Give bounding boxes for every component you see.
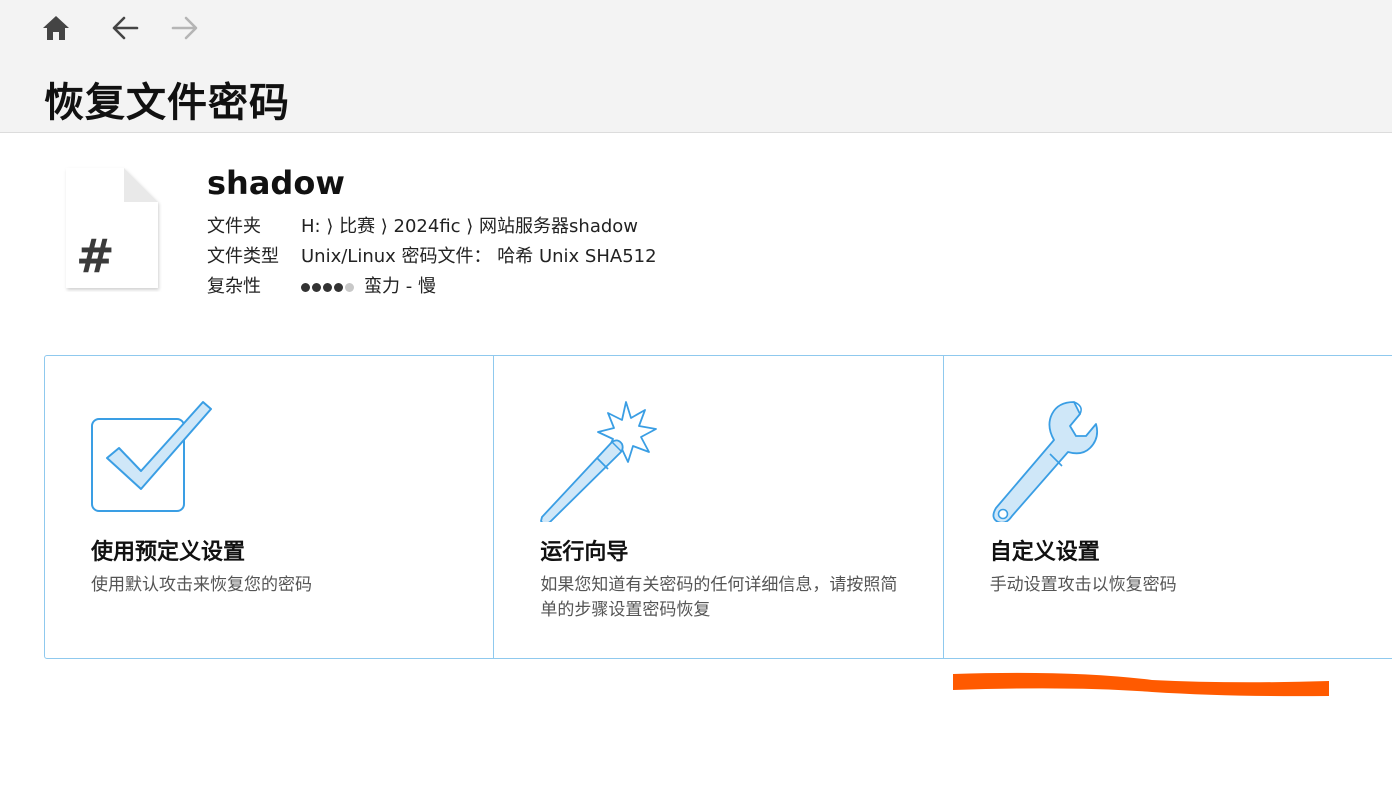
complexity-dot [312, 282, 321, 292]
header-bar: 恢复文件密码 [0, 0, 1392, 133]
option-description: 使用默认攻击来恢复您的密码 [91, 575, 312, 595]
file-name: shadow [207, 164, 345, 202]
option-custom-settings[interactable]: 自定义设置 手动设置攻击以恢复密码 [944, 356, 1392, 658]
complexity-dot [301, 282, 310, 292]
home-icon [43, 16, 69, 40]
checkbox-icon [89, 396, 219, 516]
info-complexity-row: 复杂性 蛮力 - 慢 [207, 274, 436, 300]
complexity-dot [323, 282, 332, 292]
recovery-options: 使用预定义设置 使用默认攻击来恢复您的密码 运行向导 如果您知道有关密码的任何详… [44, 355, 1392, 659]
option-title: 运行向导 [540, 540, 629, 565]
file-type-value: Unix/Linux 密码文件： 哈希 Unix SHA512 [301, 246, 657, 267]
file-type-label: 文件类型 [207, 246, 279, 267]
option-predefined-settings[interactable]: 使用预定义设置 使用默认攻击来恢复您的密码 [45, 356, 495, 658]
orange-highlight-mark [952, 668, 1332, 704]
option-title: 使用预定义设置 [91, 540, 246, 565]
complexity-label: 复杂性 [207, 276, 261, 297]
hash-glyph: # [76, 229, 115, 283]
option-run-wizard[interactable]: 运行向导 如果您知道有关密码的任何详细信息，请按照简单的步骤设置密码恢复 [494, 356, 944, 658]
hash-file-icon: # [62, 166, 162, 296]
option-description: 手动设置攻击以恢复密码 [989, 575, 1177, 595]
option-description: 如果您知道有关密码的任何详细信息，请按照简单的步骤设置密码恢复 [540, 575, 898, 620]
info-type-row: 文件类型 Unix/Linux 密码文件： 哈希 Unix SHA512 [207, 244, 657, 270]
option-title: 自定义设置 [989, 540, 1100, 565]
arrow-left-icon [112, 16, 139, 40]
complexity-dot [334, 282, 343, 292]
magic-wand-icon [538, 396, 668, 526]
page-title: 恢复文件密码 [44, 80, 290, 126]
complexity-value: 蛮力 - 慢 [364, 276, 436, 297]
back-button[interactable] [107, 10, 143, 46]
folder-label: 文件夹 [207, 216, 261, 237]
home-button[interactable] [38, 10, 74, 46]
info-folder-row: 文件夹 H: ⟩ 比赛 ⟩ 2024fic ⟩ 网站服务器shadow [207, 214, 638, 240]
wrench-icon [988, 396, 1118, 526]
arrow-right-icon [171, 16, 198, 40]
complexity-rating [301, 274, 356, 300]
forward-button[interactable] [167, 10, 203, 46]
folder-path: H: ⟩ 比赛 ⟩ 2024fic ⟩ 网站服务器shadow [301, 216, 639, 237]
complexity-dot [345, 282, 354, 292]
